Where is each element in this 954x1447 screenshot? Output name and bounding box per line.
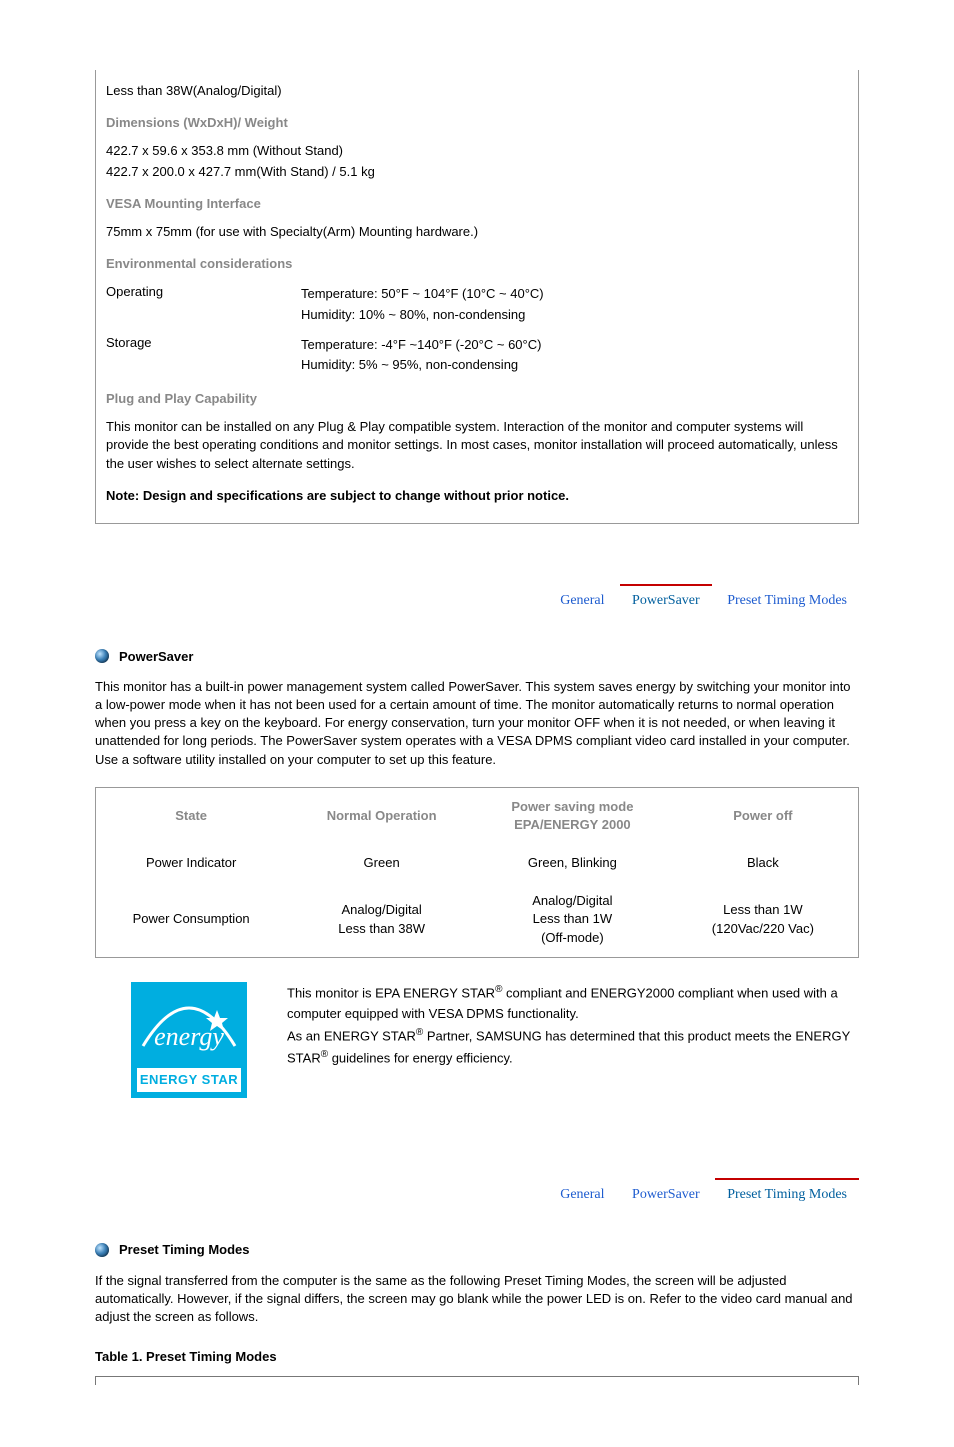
ps-th-saving-l1: Power saving mode: [483, 798, 662, 816]
tab-general[interactable]: General: [548, 1178, 616, 1210]
powersaver-title: PowerSaver: [119, 646, 193, 666]
energy-star-band: ENERGY STAR: [137, 1068, 241, 1092]
es-text-1a: This monitor is EPA ENERGY STAR: [287, 985, 495, 1000]
ps-r2c2-l2: Less than 38W: [292, 920, 471, 938]
ps-r2c1: Power Consumption: [96, 882, 287, 957]
es-text-2a: As an ENERGY STAR: [287, 1028, 416, 1043]
pnp-value: This monitor can be installed on any Plu…: [106, 418, 848, 473]
spec-note: Note: Design and specifications are subj…: [106, 487, 848, 505]
env-operating-label: Operating: [106, 283, 301, 325]
powersaver-table: State Normal Operation Power saving mode…: [95, 787, 859, 958]
spec-box: Less than 38W(Analog/Digital) Dimensions…: [95, 70, 859, 524]
env-storage-row: Storage Temperature: -4°F ~140°F (-20°C …: [106, 334, 848, 376]
section-tabs-2: General PowerSaver Preset Timing Modes: [95, 1178, 859, 1210]
env-operating-temp: Temperature: 50°F ~ 104°F (10°C ~ 40°C): [301, 285, 848, 303]
ps-th-normal: Normal Operation: [286, 787, 477, 844]
vesa-value: 75mm x 75mm (for use with Specialty(Arm)…: [106, 223, 848, 241]
energy-star-logo: energy ENERGY STAR: [131, 982, 247, 1098]
tab-preset-timing[interactable]: Preset Timing Modes: [715, 1178, 859, 1210]
env-storage-humidity: Humidity: 5% ~ 95%, non-condensing: [301, 356, 848, 374]
ps-r1c4: Black: [668, 844, 859, 882]
preset-description: If the signal transferred from the compu…: [95, 1272, 859, 1327]
power-consumption-value: Less than 38W(Analog/Digital): [106, 82, 848, 100]
dimensions-line-2: 422.7 x 200.0 x 427.7 mm(With Stand) / 5…: [106, 163, 848, 181]
tab-preset-timing[interactable]: Preset Timing Modes: [715, 584, 859, 616]
env-storage-temp: Temperature: -4°F ~140°F (-20°C ~ 60°C): [301, 336, 848, 354]
env-operating-row: Operating Temperature: 50°F ~ 104°F (10°…: [106, 283, 848, 325]
table-row: Power Consumption Analog/Digital Less th…: [96, 882, 859, 957]
ps-r2c2-l1: Analog/Digital: [292, 901, 471, 919]
env-storage-label: Storage: [106, 334, 301, 376]
tab-powersaver[interactable]: PowerSaver: [620, 584, 712, 616]
section-tabs-1: General PowerSaver Preset Timing Modes: [95, 584, 859, 616]
tab-general[interactable]: General: [548, 584, 616, 616]
environmental-heading: Environmental considerations: [106, 255, 848, 273]
ps-r2c3-l1: Analog/Digital: [483, 892, 662, 910]
energy-star-text: This monitor is EPA ENERGY STAR® complia…: [287, 982, 859, 1069]
es-text-2c: guidelines for energy efficiency.: [328, 1050, 513, 1065]
ps-th-saving: Power saving mode EPA/ENERGY 2000: [477, 787, 668, 844]
energy-star-script: energy: [131, 1024, 247, 1050]
ps-th-state: State: [96, 787, 287, 844]
ps-r2c2: Analog/Digital Less than 38W: [286, 882, 477, 957]
ps-r1c1: Power Indicator: [96, 844, 287, 882]
dimensions-heading: Dimensions (WxDxH)/ Weight: [106, 114, 848, 132]
ps-th-saving-l2: EPA/ENERGY 2000: [483, 816, 662, 834]
env-operating-humidity: Humidity: 10% ~ 80%, non-condensing: [301, 306, 848, 324]
ps-r2c3-l3: (Off-mode): [483, 929, 662, 947]
ps-r1c3: Green, Blinking: [477, 844, 668, 882]
preset-title: Preset Timing Modes: [119, 1239, 250, 1259]
ps-r2c4: Less than 1W (120Vac/220 Vac): [668, 882, 859, 957]
ps-r1c2: Green: [286, 844, 477, 882]
dimensions-line-1: 422.7 x 59.6 x 353.8 mm (Without Stand): [106, 142, 848, 160]
bullet-icon: [95, 649, 109, 663]
ps-r2c4-l1: Less than 1W: [674, 901, 852, 919]
pnp-heading: Plug and Play Capability: [106, 390, 848, 408]
bullet-icon: [95, 1243, 109, 1257]
vesa-heading: VESA Mounting Interface: [106, 195, 848, 213]
ps-th-off: Power off: [668, 787, 859, 844]
tab-powersaver[interactable]: PowerSaver: [620, 1178, 712, 1210]
table-row: Power Indicator Green Green, Blinking Bl…: [96, 844, 859, 882]
ps-r2c3-l2: Less than 1W: [483, 910, 662, 928]
reg-mark: ®: [321, 1049, 328, 1060]
powersaver-description: This monitor has a built-in power manage…: [95, 678, 859, 769]
ps-r2c3: Analog/Digital Less than 1W (Off-mode): [477, 882, 668, 957]
ps-r2c4-l2: (120Vac/220 Vac): [674, 920, 852, 938]
preset-table-top-border: [95, 1376, 859, 1387]
